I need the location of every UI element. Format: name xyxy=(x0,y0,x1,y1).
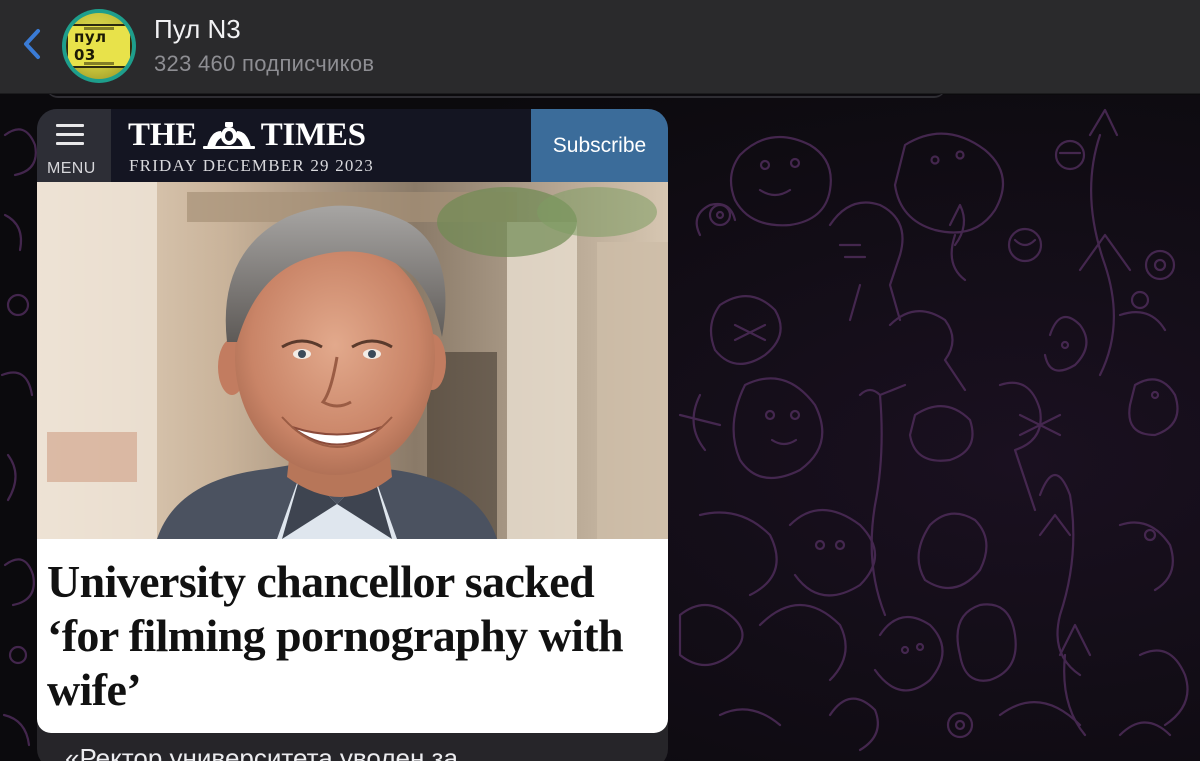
post-caption: «Ректор университета уволен за xyxy=(65,743,458,761)
times-logo: THE TIMES FRIDAY DECEMBER 29 2023 xyxy=(128,117,398,177)
menu-label: MENU xyxy=(47,160,96,177)
channel-post[interactable]: MENU THE TIMES FRIDAY DECEMBER 29 2023 S… xyxy=(37,109,668,761)
article-photo[interactable] xyxy=(37,182,668,539)
subscriber-count: 323 460 подписчиков xyxy=(154,51,375,76)
logo-word-the: THE xyxy=(128,116,197,153)
logo-word-times: TIMES xyxy=(260,116,366,153)
chat-header: пул 03 Пул N3 323 460 подписчиков xyxy=(0,0,1200,94)
hamburger-icon xyxy=(56,124,84,151)
chevron-left-icon xyxy=(24,29,40,59)
avatar-plate-text: пул 03 xyxy=(66,24,132,68)
menu-button[interactable]: MENU xyxy=(37,109,111,182)
royal-crest-icon xyxy=(202,122,255,149)
back-button[interactable] xyxy=(14,24,50,64)
times-site-header: MENU THE TIMES FRIDAY DECEMBER 29 2023 S… xyxy=(37,109,668,182)
channel-avatar[interactable]: пул 03 xyxy=(62,9,136,83)
channel-title[interactable]: Пул N3 xyxy=(154,14,241,45)
subscribe-button[interactable]: Subscribe xyxy=(531,109,668,182)
edition-date: FRIDAY DECEMBER 29 2023 xyxy=(129,156,375,175)
headline-card[interactable]: University chancellor sacked ‘for filmin… xyxy=(37,539,668,733)
article-headline: University chancellor sacked ‘for filmin… xyxy=(47,556,624,715)
